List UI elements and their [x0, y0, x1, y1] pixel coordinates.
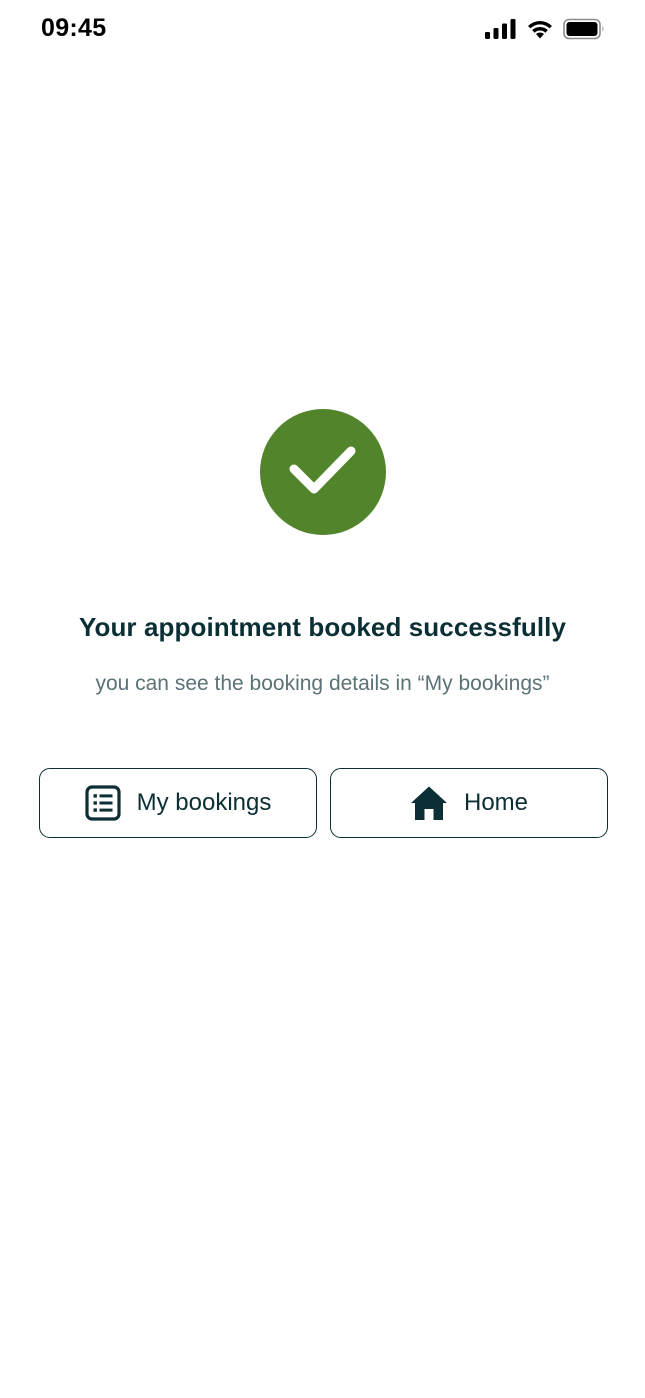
success-subtitle: you can see the booking details in “My b… — [95, 672, 550, 695]
cellular-signal-icon — [485, 19, 517, 39]
success-check-badge — [260, 409, 386, 535]
home-button[interactable]: Home — [330, 768, 608, 838]
home-label: Home — [463, 789, 529, 816]
status-bar: 09:45 — [0, 0, 645, 62]
status-time: 09:45 — [41, 14, 107, 42]
home-icon — [410, 785, 448, 821]
status-icons — [485, 18, 605, 40]
booking-success-screen: 09:45 Your appointment booked successful… — [0, 0, 645, 1398]
my-bookings-label: My bookings — [136, 789, 272, 816]
battery-icon — [563, 18, 605, 40]
success-title: Your appointment booked successfully — [78, 612, 567, 642]
my-bookings-button[interactable]: My bookings — [39, 768, 317, 838]
list-icon — [85, 785, 121, 821]
wifi-icon — [527, 19, 553, 39]
check-icon — [288, 442, 358, 503]
